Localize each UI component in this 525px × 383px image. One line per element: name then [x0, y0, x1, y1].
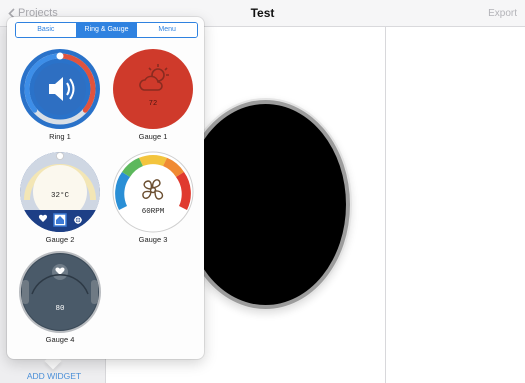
widget-category-tabs: Basic Ring & Gauge Menu: [15, 22, 198, 38]
widget-picker-popover: Basic Ring & Gauge Menu Ring 1 72 Gauge …: [7, 17, 204, 359]
ring-widget-graphic: [20, 49, 100, 129]
gauge-2-value: 32°C: [51, 191, 70, 200]
widget-gauge-1[interactable]: 72 Gauge 1: [111, 47, 195, 142]
gauge-1-value: 72: [149, 100, 157, 108]
widget-label: Gauge 3: [138, 235, 168, 244]
widget-label: Ring 1: [49, 132, 71, 141]
widget-gauge-2[interactable]: 32°C Gauge 2: [18, 150, 102, 245]
gauge-4-graphic: 80: [19, 251, 101, 333]
tab-menu[interactable]: Menu: [136, 23, 197, 37]
widget-label: Gauge 4: [45, 335, 75, 344]
home-icon: [53, 213, 67, 227]
round-display-preview[interactable]: [185, 104, 346, 305]
widget-ring-1[interactable]: Ring 1: [18, 47, 102, 142]
export-button[interactable]: Export: [488, 8, 517, 19]
widget-gauge-3[interactable]: 60RPM Gauge 3: [111, 150, 195, 245]
add-widget-button[interactable]: ADD WIDGET: [0, 371, 108, 381]
tab-ring-gauge[interactable]: Ring & Gauge: [75, 23, 137, 37]
gauge-3-value: 60RPM: [142, 208, 165, 216]
gauge-2-graphic: 32°C: [20, 152, 100, 232]
widget-label: Gauge 1: [138, 132, 168, 141]
gauge-1-graphic: 72: [113, 49, 193, 129]
widget-gauge-4[interactable]: 80 Gauge 4: [18, 250, 102, 345]
tab-basic[interactable]: Basic: [16, 23, 76, 37]
gauge-4-value: 80: [55, 305, 65, 313]
gauge-3-graphic: 60RPM: [112, 151, 194, 233]
properties-pane: [386, 27, 525, 383]
widget-label: Gauge 2: [45, 235, 75, 244]
